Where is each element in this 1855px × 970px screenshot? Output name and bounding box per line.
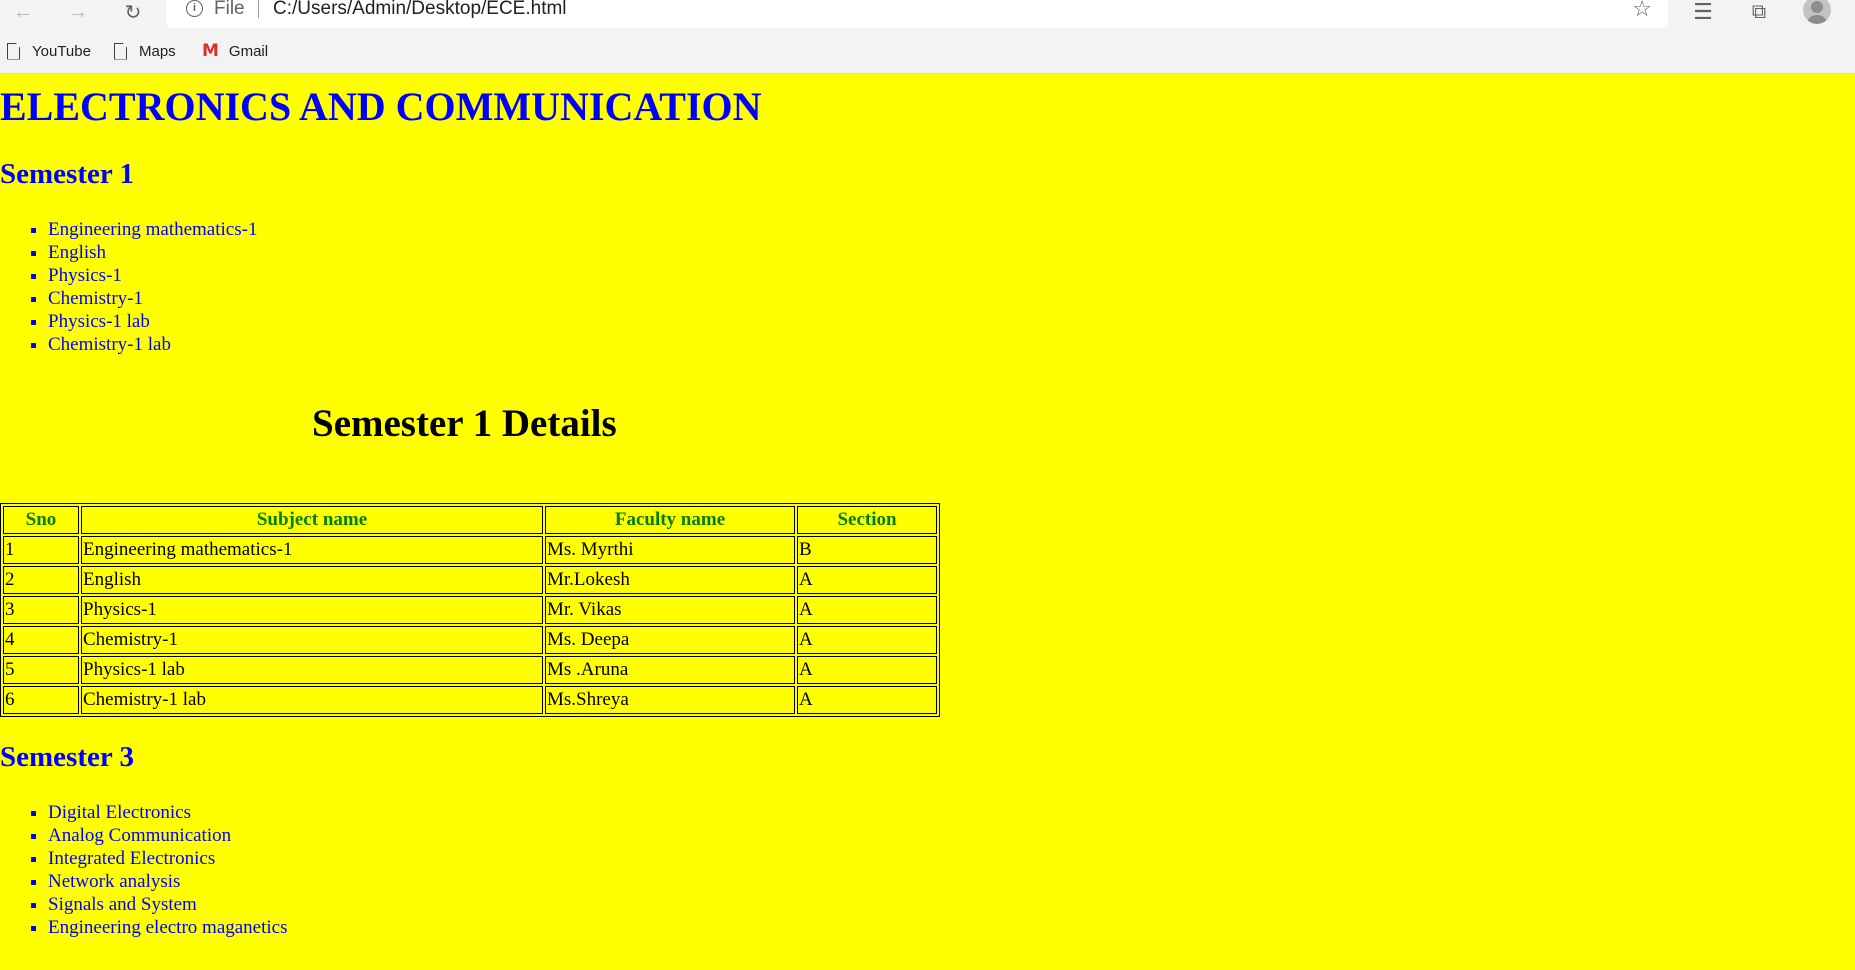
- bookmark-label: YouTube: [32, 42, 91, 60]
- column-header: Faculty name: [545, 506, 795, 534]
- table-cell: 6: [3, 686, 79, 714]
- table-cell: A: [797, 656, 937, 684]
- table-cell: Chemistry-1 lab: [81, 686, 543, 714]
- table-row: 5 Physics-1 lab Ms .Aruna A: [3, 656, 937, 684]
- semester-3-list: Digital Electronics Analog Communication…: [0, 801, 288, 939]
- profile-avatar[interactable]: [1803, 0, 1831, 24]
- column-header: Section: [797, 506, 937, 534]
- table-cell: Physics-1: [81, 596, 543, 624]
- bookmark-gmail[interactable]: M Gmail: [202, 38, 268, 64]
- table-cell: A: [797, 626, 937, 654]
- table-cell: Ms. Deepa: [545, 626, 795, 654]
- table-cell: Engineering mathematics-1: [81, 536, 543, 564]
- table-cell: A: [797, 596, 937, 624]
- reload-icon[interactable]: ↻: [116, 0, 150, 24]
- semester-1-heading: Semester 1: [0, 158, 134, 190]
- list-item: Chemistry-1 lab: [48, 333, 257, 356]
- list-item: Physics-1: [48, 264, 257, 287]
- list-item: Engineering electro maganetics: [48, 916, 288, 939]
- table-cell: 1: [3, 536, 79, 564]
- faculty-table: Sno Subject name Faculty name Section 1 …: [0, 503, 940, 717]
- table-row: 3 Physics-1 Mr. Vikas A: [3, 596, 937, 624]
- page-icon: [114, 42, 127, 60]
- list-item: Signals and System: [48, 893, 288, 916]
- table-cell: 4: [3, 626, 79, 654]
- list-item: English: [48, 241, 257, 264]
- table-cell: 2: [3, 566, 79, 594]
- list-item: Network analysis: [48, 870, 288, 893]
- semester-1-list: Engineering mathematics-1 English Physic…: [0, 218, 257, 356]
- address-bar[interactable]: i File C:/Users/Admin/Desktop/ECE.html ☆: [166, 0, 1668, 28]
- table-row: 1 Engineering mathematics-1 Ms. Myrthi B: [3, 536, 937, 564]
- table-header-row: Sno Subject name Faculty name Section: [3, 506, 937, 534]
- collections-icon[interactable]: ⧉: [1742, 0, 1776, 24]
- table-cell: Ms.Shreya: [545, 686, 795, 714]
- bookmarks-bar: YouTube Maps M Gmail: [0, 38, 1855, 64]
- list-item: Physics-1 lab: [48, 310, 257, 333]
- page-title: ELECTRONICS AND COMMUNICATION: [0, 84, 762, 129]
- details-heading: Semester 1 Details: [312, 402, 617, 445]
- list-item: Engineering mathematics-1: [48, 218, 257, 241]
- table-cell: Chemistry-1: [81, 626, 543, 654]
- table-cell: Mr. Vikas: [545, 596, 795, 624]
- bookmark-youtube[interactable]: YouTube: [7, 38, 91, 64]
- bookmark-maps[interactable]: Maps: [114, 38, 176, 64]
- toolbar: ← → ↻ i File C:/Users/Admin/Desktop/ECE.…: [0, 0, 1855, 28]
- table-cell: A: [797, 686, 937, 714]
- bookmark-star-icon[interactable]: ☆: [1632, 0, 1652, 22]
- back-arrow-icon[interactable]: ←: [6, 0, 40, 24]
- forward-arrow-icon[interactable]: →: [61, 0, 95, 24]
- address-divider: [258, 0, 259, 18]
- column-header: Sno: [3, 506, 79, 534]
- semester-3-heading: Semester 3: [0, 741, 134, 773]
- browser-chrome: ← → ↻ i File C:/Users/Admin/Desktop/ECE.…: [0, 0, 1855, 74]
- table-cell: English: [81, 566, 543, 594]
- list-item: Digital Electronics: [48, 801, 288, 824]
- table-row: 4 Chemistry-1 Ms. Deepa A: [3, 626, 937, 654]
- table-row: 6 Chemistry-1 lab Ms.Shreya A: [3, 686, 937, 714]
- url-text[interactable]: C:/Users/Admin/Desktop/ECE.html: [273, 0, 567, 20]
- table-cell: 5: [3, 656, 79, 684]
- table-row: 2 English Mr.Lokesh A: [3, 566, 937, 594]
- reading-list-icon[interactable]: ☰: [1686, 0, 1720, 24]
- gmail-icon: M: [202, 41, 219, 61]
- table-cell: Ms. Myrthi: [545, 536, 795, 564]
- list-item: Integrated Electronics: [48, 847, 288, 870]
- list-item: Chemistry-1: [48, 287, 257, 310]
- page-icon: [7, 42, 20, 60]
- bookmark-label: Maps: [139, 42, 176, 60]
- table-cell: Mr.Lokesh: [545, 566, 795, 594]
- list-item: Analog Communication: [48, 824, 288, 847]
- table-cell: A: [797, 566, 937, 594]
- scheme-label: File: [214, 0, 245, 19]
- table-cell: B: [797, 536, 937, 564]
- column-header: Subject name: [81, 506, 543, 534]
- table-cell: 3: [3, 596, 79, 624]
- table-cell: Ms .Aruna: [545, 656, 795, 684]
- table-cell: Physics-1 lab: [81, 656, 543, 684]
- bookmark-label: Gmail: [228, 42, 269, 60]
- info-icon[interactable]: i: [186, 0, 203, 17]
